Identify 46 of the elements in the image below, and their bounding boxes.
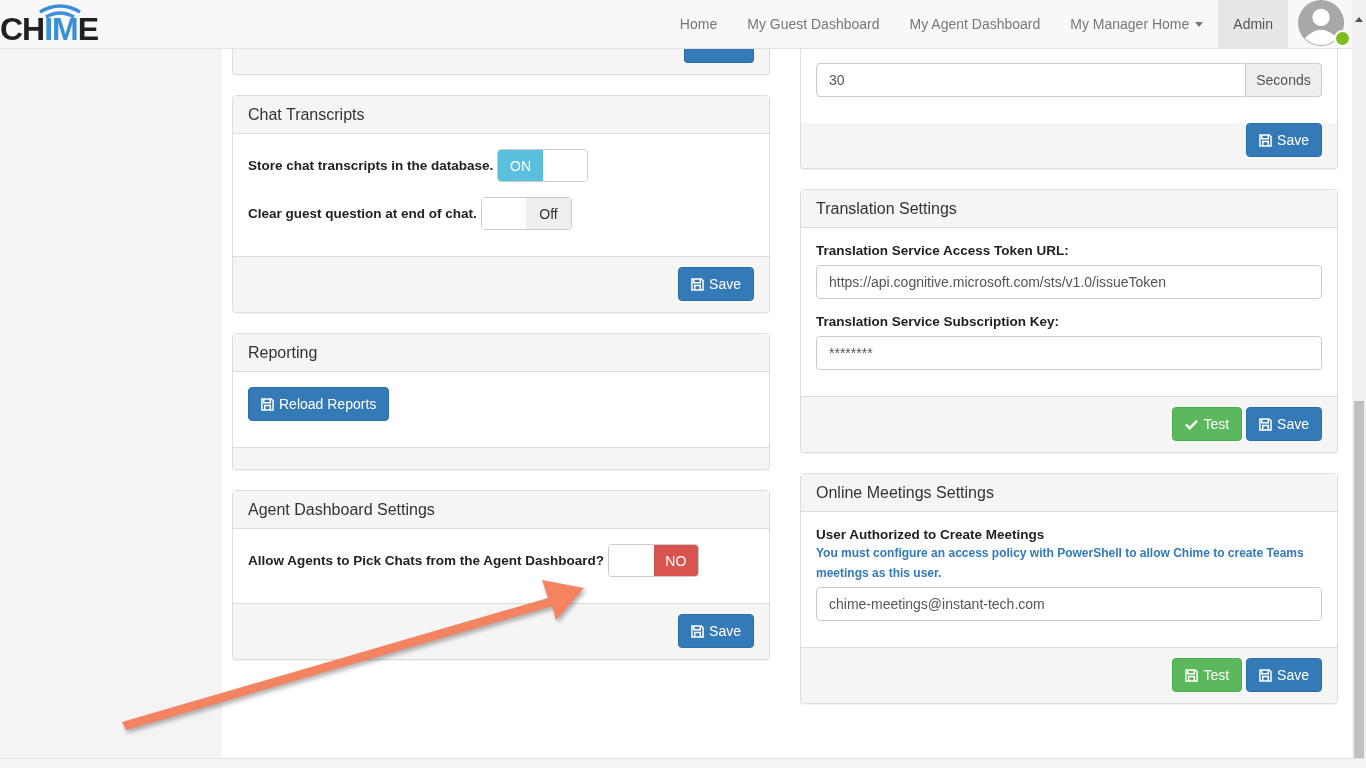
caret-icon[interactable] [1195, 21, 1204, 27]
action-button[interactable]: Save [678, 614, 754, 648]
setting-label: Clear guest question at end of chat. [248, 206, 477, 221]
nav-link[interactable]: Admin [1233, 16, 1273, 32]
action-button[interactable]: Save [1246, 658, 1322, 692]
input-field[interactable]: chime-meetings@instant-tech.com [816, 587, 1322, 621]
nav-link[interactable]: Home [679, 16, 718, 32]
action-button[interactable]: Test [1172, 407, 1243, 441]
save-icon [261, 397, 274, 411]
input-addon: Seconds [1246, 63, 1322, 97]
nav-link[interactable]: My Manager Home [1070, 16, 1190, 32]
nav-link[interactable]: My Guest Dashboard [747, 16, 880, 32]
action-button[interactable]: Save [1246, 123, 1322, 157]
nav-link[interactable]: My Agent Dashboard [909, 16, 1041, 32]
reload-button[interactable]: Reload Reports [248, 387, 390, 421]
input-field[interactable]: 30 [816, 63, 1246, 97]
save-icon [1259, 668, 1273, 682]
logo[interactable]: CHIME [0, 13, 99, 45]
action-button[interactable]: Save [1246, 407, 1322, 441]
panel-title: Chat Transcripts [233, 96, 769, 134]
help-text: You must configure an access policy with PowerShell to allow Chime to create Teams meetings as this user. [816, 545, 1305, 582]
panel-title: Agent Dashboard Settings [233, 491, 769, 529]
toggle-switch[interactable]: Off [480, 197, 572, 230]
setting-label: Allow Agents to Pick Chats from the Agent Dashboard? [248, 553, 605, 568]
avatar-icon[interactable] [1298, 0, 1346, 48]
input-field[interactable]: ******** [816, 336, 1322, 370]
panel-title: Reporting [233, 334, 769, 372]
field-label: Translation Service Access Token URL: [816, 243, 1070, 258]
save-icon [1259, 417, 1273, 431]
toggle-switch[interactable]: NO [608, 544, 700, 577]
action-button[interactable]: Test [1172, 658, 1243, 692]
action-button[interactable] [684, 49, 754, 63]
action-button[interactable]: Save [678, 267, 754, 301]
panel-title: Translation Settings [801, 190, 1337, 228]
save-icon [691, 277, 705, 291]
save-icon [691, 624, 705, 638]
scrollbar-thumb[interactable] [1354, 401, 1364, 758]
check-icon [1185, 417, 1199, 431]
field-label: User Authorized to Create Meetings [816, 527, 1046, 542]
input-field[interactable]: https://api.cognitive.microsoft.com/sts/v1.0/issueToken [816, 265, 1322, 299]
save-icon [1185, 668, 1199, 682]
scroll-up-icon[interactable] [1355, 17, 1363, 22]
save-icon [1259, 133, 1273, 147]
field-label: Translation Service Subscription Key: [816, 314, 1061, 329]
setting-label: Store chat transcripts in the database. [248, 158, 494, 173]
panel-title: Online Meetings Settings [801, 474, 1337, 512]
